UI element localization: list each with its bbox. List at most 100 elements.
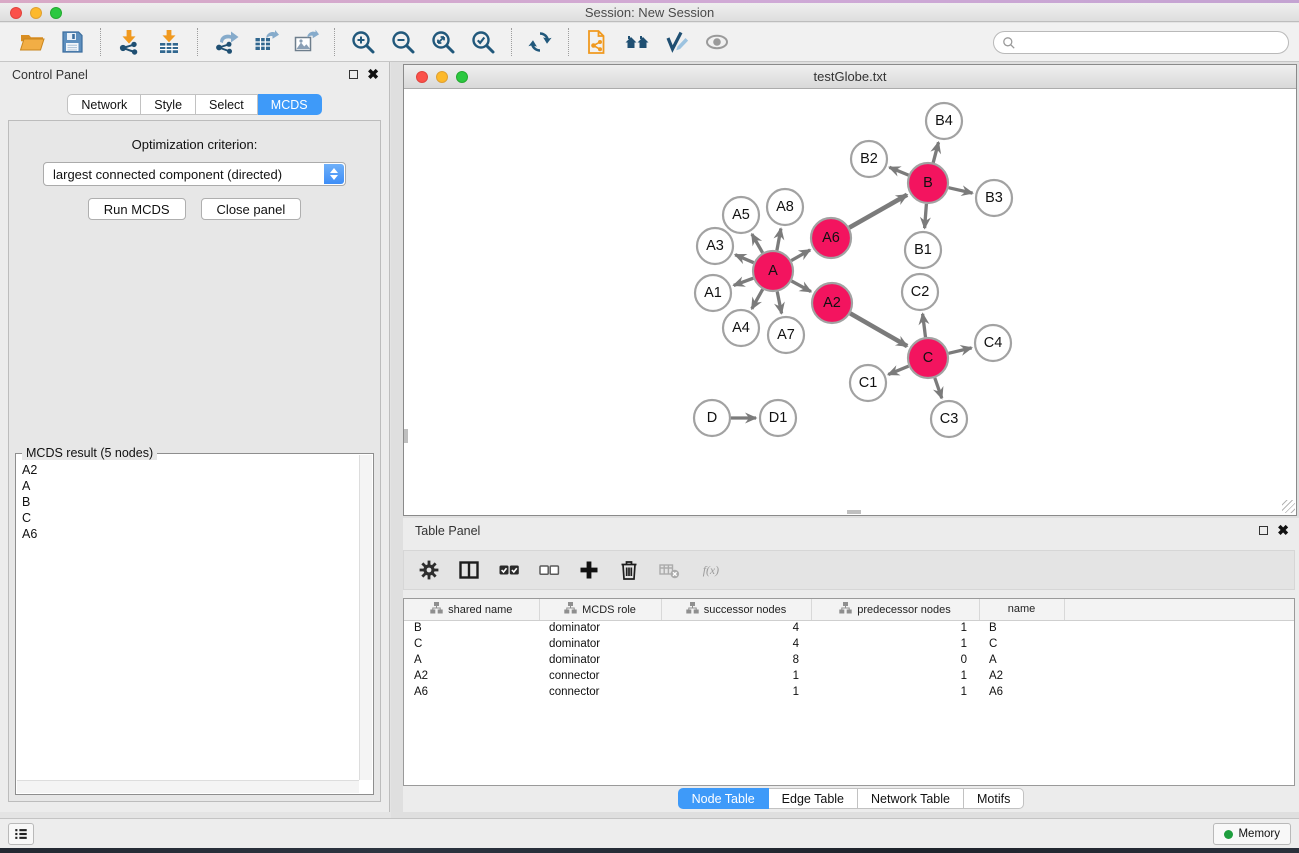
table-row[interactable]: Bdominator41B — [404, 620, 1294, 636]
graph-edge-A-A5[interactable] — [752, 234, 763, 253]
graph-edge-A2-C[interactable] — [850, 313, 907, 346]
check-all-icon[interactable] — [496, 558, 522, 582]
graph-edge-A-A2[interactable] — [792, 281, 811, 292]
trash-icon[interactable] — [616, 558, 642, 582]
graph-node-A8[interactable]: A8 — [767, 189, 803, 225]
cell-successor-nodes[interactable]: 4 — [661, 636, 811, 652]
mcds-result-list[interactable]: A2ABCA6 — [18, 458, 359, 780]
cell-successor-nodes[interactable]: 4 — [661, 620, 811, 636]
graph-node-B2[interactable]: B2 — [851, 141, 887, 177]
graph-edge-A-A7[interactable] — [777, 292, 781, 314]
network-window-titlebar[interactable]: testGlobe.txt — [404, 65, 1296, 89]
table-row[interactable]: Cdominator41C — [404, 636, 1294, 652]
network-hscroll-thumb[interactable] — [847, 510, 861, 514]
cell-shared-name[interactable]: C — [404, 636, 539, 652]
cell-mcds-role[interactable]: connector — [539, 668, 661, 684]
cell-predecessor-nodes[interactable]: 1 — [811, 668, 979, 684]
graph-node-A[interactable]: A — [753, 251, 793, 291]
refresh-icon[interactable] — [525, 27, 555, 57]
network-canvas[interactable]: AA1A2A3A4A5A6A7A8BB1B2B3B4CC1C2C3C4DD1 — [404, 89, 1296, 514]
graph-edge-C-C4[interactable] — [949, 348, 972, 353]
network-resize-grip[interactable] — [1282, 500, 1295, 513]
graph-node-A1[interactable]: A1 — [695, 275, 731, 311]
graph-edge-C-C3[interactable] — [935, 378, 942, 398]
memory-button[interactable]: Memory — [1213, 823, 1291, 845]
cell-mcds-role[interactable]: dominator — [539, 620, 661, 636]
graph-edge-A-A1[interactable] — [734, 278, 754, 285]
graph-node-B4[interactable]: B4 — [926, 103, 962, 139]
graph-edge-A-A3[interactable] — [735, 255, 754, 263]
export-table-icon[interactable] — [251, 27, 281, 57]
network-graph[interactable]: AA1A2A3A4A5A6A7A8BB1B2B3B4CC1C2C3C4DD1 — [404, 89, 1296, 514]
graph-edge-B-B1[interactable] — [925, 204, 927, 228]
table-tab-node-table[interactable]: Node Table — [678, 788, 769, 809]
graph-edge-A-A4[interactable] — [752, 289, 763, 309]
column-header-MCDS-role[interactable]: MCDS role — [539, 599, 661, 620]
cell-predecessor-nodes[interactable]: 1 — [811, 620, 979, 636]
graph-node-C1[interactable]: C1 — [850, 365, 886, 401]
column-header-predecessor-nodes[interactable]: predecessor nodes — [811, 599, 979, 620]
tab-style[interactable]: Style — [141, 94, 196, 115]
home-icon[interactable] — [622, 27, 652, 57]
float-panel-icon[interactable] — [349, 70, 358, 79]
table-tab-edge-table[interactable]: Edge Table — [769, 788, 858, 809]
cell-predecessor-nodes[interactable]: 1 — [811, 684, 979, 700]
cell-successor-nodes[interactable]: 1 — [661, 684, 811, 700]
graph-node-A3[interactable]: A3 — [697, 228, 733, 264]
graph-edge-B-B3[interactable] — [949, 188, 973, 193]
close-panel-icon[interactable]: ✖ — [367, 69, 379, 79]
uncheck-all-icon[interactable] — [536, 558, 562, 582]
cell-name[interactable]: A — [979, 652, 1064, 668]
zoom-fit-icon[interactable] — [428, 27, 458, 57]
zoom-in-icon[interactable] — [348, 27, 378, 57]
search-input[interactable] — [1017, 36, 1288, 50]
optimization-criterion-select[interactable]: largest connected component (directed) — [43, 162, 346, 186]
float-table-panel-icon[interactable] — [1259, 526, 1268, 535]
graph-node-A5[interactable]: A5 — [723, 197, 759, 233]
close-table-panel-icon[interactable]: ✖ — [1277, 525, 1289, 535]
open-file-icon[interactable] — [17, 27, 47, 57]
graph-node-C3[interactable]: C3 — [931, 401, 967, 437]
graph-node-C[interactable]: C — [908, 338, 948, 378]
result-item[interactable]: C — [22, 510, 357, 526]
graph-node-A6[interactable]: A6 — [811, 218, 851, 258]
gear-icon[interactable] — [416, 558, 442, 582]
network-vscroll-thumb[interactable] — [404, 429, 408, 443]
zoom-out-icon[interactable] — [388, 27, 418, 57]
graph-node-B1[interactable]: B1 — [905, 232, 941, 268]
table-tab-motifs[interactable]: Motifs — [964, 788, 1024, 809]
graph-node-D1[interactable]: D1 — [760, 400, 796, 436]
import-table-icon[interactable] — [154, 27, 184, 57]
export-image-icon[interactable] — [291, 27, 321, 57]
network-view-window[interactable]: testGlobe.txt AA1A2A3A4A5A6A7A8BB1B2B3B4… — [403, 64, 1297, 516]
graph-edge-B-B2[interactable] — [889, 167, 908, 175]
graph-node-B[interactable]: B — [908, 163, 948, 203]
column-header-shared-name[interactable]: shared name — [404, 599, 539, 620]
column-header-name[interactable]: name — [979, 599, 1064, 620]
graph-node-C2[interactable]: C2 — [902, 274, 938, 310]
graph-edge-C-C1[interactable] — [888, 366, 908, 374]
table-row[interactable]: A2connector11A2 — [404, 668, 1294, 684]
graph-node-D[interactable]: D — [694, 400, 730, 436]
graph-edge-B-B4[interactable] — [933, 142, 938, 162]
result-vertical-scrollbar[interactable] — [359, 455, 372, 780]
tab-network[interactable]: Network — [67, 94, 141, 115]
tab-mcds[interactable]: MCDS — [258, 94, 322, 115]
cell-shared-name[interactable]: B — [404, 620, 539, 636]
columns-icon[interactable] — [456, 558, 482, 582]
cell-name[interactable]: B — [979, 620, 1064, 636]
graph-edge-A-A8[interactable] — [777, 229, 781, 251]
cell-name[interactable]: A2 — [979, 668, 1064, 684]
graph-node-A7[interactable]: A7 — [768, 317, 804, 353]
run-mcds-button[interactable]: Run MCDS — [88, 198, 186, 220]
column-header-successor-nodes[interactable]: successor nodes — [661, 599, 811, 620]
cell-mcds-role[interactable]: connector — [539, 684, 661, 700]
result-item[interactable]: A — [22, 478, 357, 494]
zoom-selected-icon[interactable] — [468, 27, 498, 57]
cell-successor-nodes[interactable]: 8 — [661, 652, 811, 668]
export-network-icon[interactable] — [211, 27, 241, 57]
cell-shared-name[interactable]: A2 — [404, 668, 539, 684]
result-horizontal-scrollbar[interactable] — [17, 780, 359, 793]
graph-node-C4[interactable]: C4 — [975, 325, 1011, 361]
cell-mcds-role[interactable]: dominator — [539, 636, 661, 652]
